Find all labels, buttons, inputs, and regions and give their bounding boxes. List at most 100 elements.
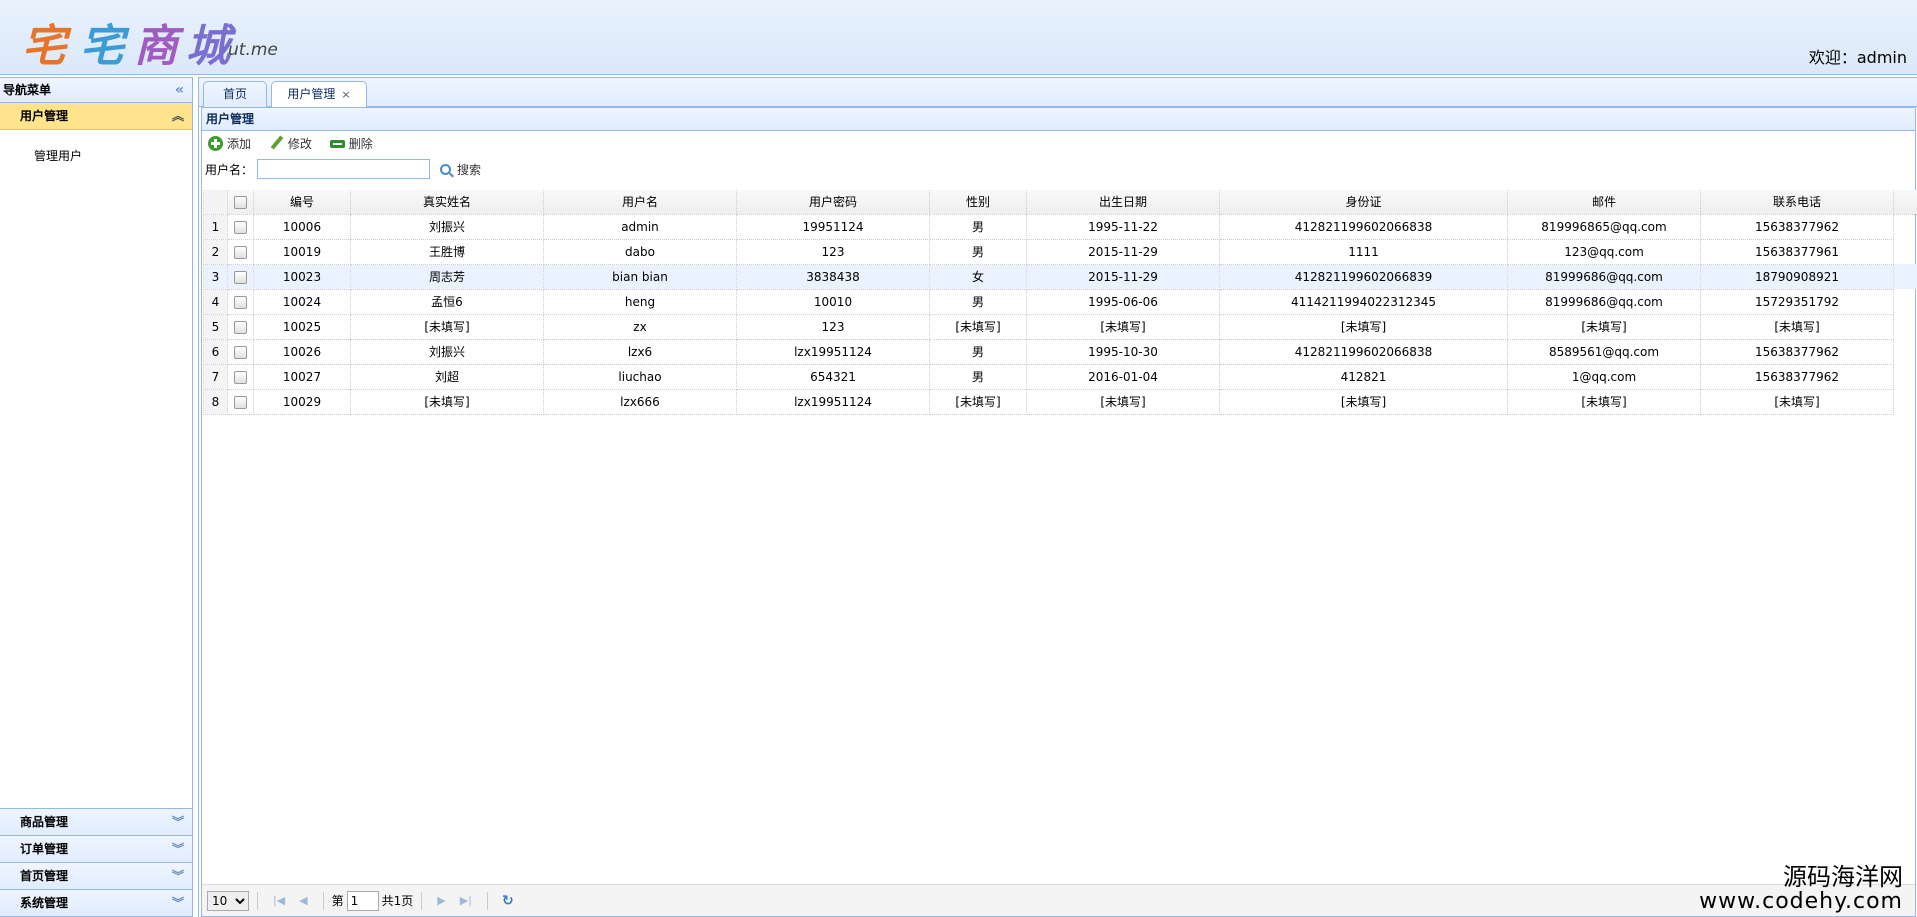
row-checkbox-cell[interactable] [227, 263, 254, 290]
table-cell: 10006 [253, 213, 351, 240]
refresh-icon[interactable]: ↻ [502, 893, 514, 909]
table-cell-spacer [1893, 264, 1917, 289]
table-cell: heng [543, 288, 737, 315]
table-cell: 10010 [736, 288, 930, 315]
logo-char: 商 [134, 21, 178, 72]
table-cell: 刘振兴 [350, 338, 544, 365]
column-header[interactable]: 性别 [929, 190, 1027, 215]
row-checkbox-cell[interactable] [227, 388, 254, 415]
column-header[interactable]: 出生日期 [1026, 190, 1220, 215]
table-cell: [未填写] [1219, 388, 1508, 415]
next-page-icon[interactable]: ▶ [437, 894, 445, 907]
delete-button[interactable]: 删除 [329, 135, 373, 152]
chevron-down-icon[interactable]: ︾ [172, 890, 184, 917]
chevron-down-icon[interactable]: ︾ [172, 863, 184, 890]
table-row[interactable]: 2 10019 王胜博 dabo 123 男 2015-11-29 1111 123@qq.co… [203, 238, 1917, 265]
sidebar-collapsed-sections: 商品管理 ︾ 订单管理 ︾ 首页管理 ︾ 系统管理 ︾ [0, 808, 192, 916]
last-page-icon[interactable]: ▶| [460, 894, 472, 907]
row-number: 1 [203, 213, 228, 240]
sidebar-section-products[interactable]: 商品管理 ︾ [0, 808, 192, 835]
sidebar-section-body: 管理用户 [0, 130, 192, 809]
row-checkbox[interactable] [234, 220, 247, 234]
column-header[interactable]: 用户密码 [736, 190, 930, 215]
column-header[interactable]: 编号 [253, 190, 351, 215]
search-bar: 用户名： 搜索 [202, 157, 1915, 181]
sidebar-section-system[interactable]: 系统管理 ︾ [0, 889, 192, 916]
row-checkbox-cell[interactable] [227, 363, 254, 390]
checkbox[interactable] [234, 195, 247, 209]
search-button[interactable]: 搜索 [440, 161, 481, 178]
row-checkbox[interactable] [234, 270, 247, 284]
watermark-line1: 源码海洋网 [1783, 862, 1903, 891]
column-header[interactable]: 邮件 [1507, 190, 1701, 215]
row-checkbox-cell[interactable] [227, 338, 254, 365]
table-cell: 123@qq.com [1507, 238, 1701, 265]
row-checkbox-cell[interactable] [227, 238, 254, 265]
column-header[interactable]: 真实姓名 [350, 190, 544, 215]
site-logo[interactable]: 宅 宅 商 城 ut.me [22, 4, 342, 72]
column-header[interactable]: 身份证 [1219, 190, 1508, 215]
row-checkbox[interactable] [234, 245, 247, 259]
table-cell: 2015-11-29 [1026, 238, 1220, 265]
table-cell: [未填写] [1219, 313, 1508, 340]
tab-label: 用户管理 [287, 87, 336, 101]
table-row[interactable]: 6 10026 刘振兴 lzx6 lzx19951124 男 1995-10-30 41282… [203, 338, 1917, 365]
table-row[interactable]: 3 10023 周志芳 bian bian 3838438 女 2015-11-29 4128… [203, 263, 1917, 290]
table-cell: 18790908921 [1700, 263, 1894, 290]
table-row[interactable]: 7 10027 刘超 liuchao 654321 男 2016-01-04 412821 1@… [203, 363, 1917, 390]
sidebar-section-label: 系统管理 [20, 896, 69, 910]
row-checkbox[interactable] [234, 395, 247, 409]
page-size-select[interactable]: 10 [207, 890, 249, 911]
remove-icon [329, 136, 345, 151]
logo-subtext: ut.me [228, 40, 278, 60]
previous-page-icon[interactable]: ◀ [299, 894, 307, 907]
first-page-icon[interactable]: |◀ [273, 894, 285, 907]
row-checkbox[interactable] [234, 345, 247, 359]
collapse-sidebar-icon[interactable]: « [175, 78, 184, 103]
table-cell: 男 [929, 363, 1027, 390]
table-cell: [未填写] [929, 313, 1027, 340]
sidebar-section-user-management[interactable]: 用户管理 ︽ [0, 103, 192, 130]
table-cell: [未填写] [1507, 388, 1701, 415]
table-cell: 1111 [1219, 238, 1508, 265]
table-cell: lzx19951124 [736, 388, 930, 415]
row-checkbox[interactable] [234, 370, 247, 384]
pencil-icon [269, 136, 284, 151]
table-row[interactable]: 1 10006 刘振兴 admin 19951124 男 1995-11-22 4128211… [203, 213, 1917, 240]
row-checkbox-cell[interactable] [227, 288, 254, 315]
close-icon[interactable]: × [341, 88, 350, 101]
sidebar-section-homepage[interactable]: 首页管理 ︾ [0, 862, 192, 889]
user-panel: 用户管理 添加 修改 删除 用户名： 搜索 编号 真实姓名 用户名 用户密码 性… [201, 107, 1917, 917]
table-cell: [未填写] [1700, 313, 1894, 340]
logo-char: 宅 [22, 21, 66, 72]
row-checkbox-cell[interactable] [227, 313, 254, 340]
column-header-spacer [1893, 190, 1917, 215]
column-header[interactable]: 用户名 [543, 190, 737, 215]
table-row[interactable]: 4 10024 孟恒6 heng 10010 男 1995-06-06 41142119940… [203, 288, 1917, 315]
page-number-input[interactable] [346, 890, 379, 911]
chevron-down-icon[interactable]: ︾ [172, 836, 184, 863]
user-grid: 编号 真实姓名 用户名 用户密码 性别 出生日期 身份证 邮件 联系电话 1 10… [203, 190, 1917, 415]
add-button[interactable]: 添加 [208, 135, 251, 152]
page-prefix: 第 [331, 894, 344, 908]
table-row[interactable]: 8 10029 [未填写] lzx666 lzx19951124 [未填写] [未填写] [未… [203, 388, 1917, 415]
sidebar-section-label: 订单管理 [20, 842, 69, 856]
tab-user-management[interactable]: 用户管理 × [271, 81, 367, 109]
table-row[interactable]: 5 10025 [未填写] zx 123 [未填写] [未填写] [未填写] [未填写] [未填写… [203, 313, 1917, 340]
chevron-down-icon[interactable]: ︾ [172, 809, 184, 836]
tab-label: 首页 [222, 87, 247, 101]
row-checkbox-cell[interactable] [227, 213, 254, 240]
sidebar-item-manage-users[interactable]: 管理用户 [0, 144, 192, 168]
table-cell-spacer [1894, 239, 1917, 264]
tab-home[interactable]: 首页 [203, 81, 267, 108]
row-checkbox[interactable] [234, 320, 247, 334]
select-all-checkbox[interactable] [227, 190, 254, 215]
edit-button[interactable]: 修改 [269, 135, 312, 152]
row-checkbox[interactable] [234, 295, 247, 309]
sidebar-section-orders[interactable]: 订单管理 ︾ [0, 835, 192, 862]
table-cell: dabo [543, 238, 737, 265]
table-cell: 15638377961 [1700, 238, 1894, 265]
username-search-input[interactable] [257, 159, 431, 179]
column-header[interactable]: 联系电话 [1700, 190, 1894, 215]
chevron-up-icon[interactable]: ︽ [172, 103, 184, 130]
